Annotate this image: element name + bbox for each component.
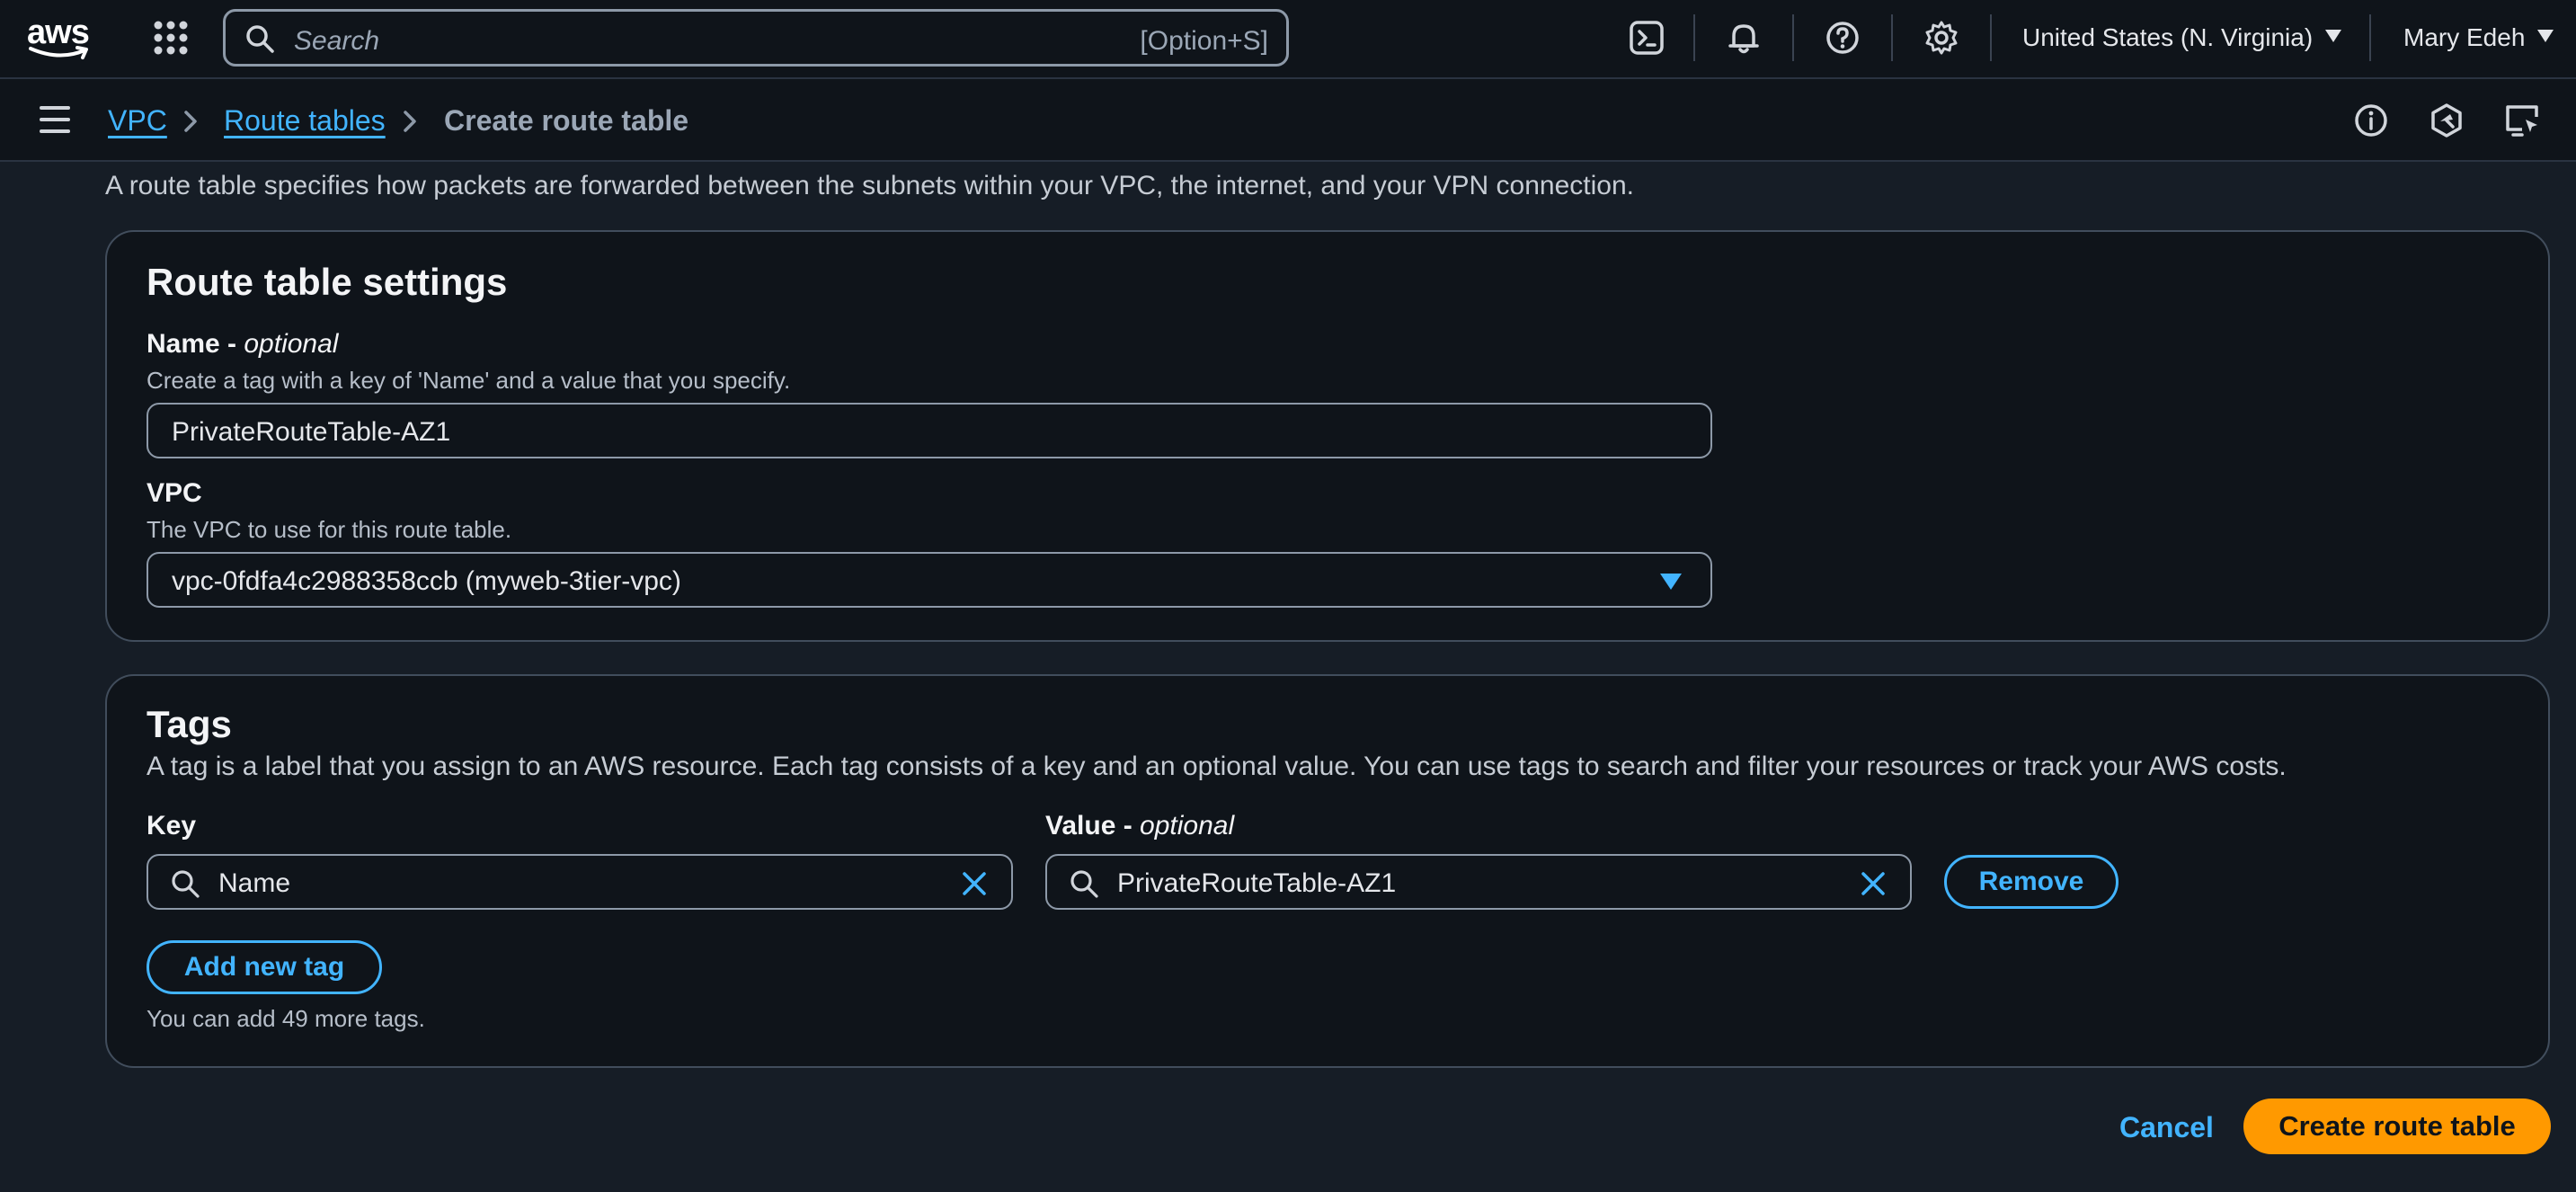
search-placeholder: Search <box>294 26 380 56</box>
search-icon <box>246 25 274 53</box>
create-route-table-button[interactable]: Create route table <box>2243 1099 2551 1154</box>
route-table-settings-panel: Route table settings Name - optional Cre… <box>105 230 2550 642</box>
name-label: Name - optional <box>147 329 339 359</box>
user-name: Mary Edeh <box>2403 23 2526 51</box>
search-input[interactable]: Search [Option+S] <box>223 9 1289 67</box>
caret-down-icon <box>2325 30 2342 42</box>
breadcrumb-bar: VPC Route tables Create route table <box>0 79 2576 162</box>
remove-tag-button[interactable]: Remove <box>1944 855 2119 909</box>
tags-panel: Tags A tag is a label that you assign to… <box>105 674 2550 1068</box>
feedback-hexagon-icon[interactable] <box>2429 102 2465 138</box>
clear-icon[interactable] <box>1858 868 1888 899</box>
tags-heading: Tags <box>147 703 232 745</box>
tag-value-input[interactable]: PrivateRouteTable-AZ1 <box>1045 854 1912 910</box>
notifications-bell-icon[interactable] <box>1726 20 1762 56</box>
tags-remaining-hint: You can add 49 more tags. <box>147 1005 425 1032</box>
account-menu[interactable]: Mary Edeh <box>2403 23 2554 52</box>
divider <box>1693 14 1695 61</box>
tag-value-value: PrivateRouteTable-AZ1 <box>1117 868 1397 898</box>
caret-down-icon <box>1660 574 1682 590</box>
divider <box>1990 14 1992 61</box>
region-selector[interactable]: United States (N. Virginia) <box>2022 23 2342 52</box>
chevron-right-icon <box>184 111 197 132</box>
name-input[interactable]: PrivateRouteTable-AZ1 <box>147 403 1712 458</box>
vpc-select-value: vpc-0fdfa4c2988358ccb (myweb-3tier-vpc) <box>172 566 681 596</box>
vpc-description: The VPC to use for this route table. <box>147 516 512 543</box>
breadcrumb-current: Create route table <box>444 104 689 137</box>
aws-logo[interactable]: aws <box>27 14 93 61</box>
search-icon <box>172 870 200 898</box>
value-label: Value - optional <box>1045 811 1235 841</box>
search-shortcut: [Option+S] <box>1140 26 1268 56</box>
divider <box>2369 14 2371 61</box>
chevron-right-icon <box>404 111 416 132</box>
breadcrumb-route-tables[interactable]: Route tables <box>224 102 386 138</box>
tag-key-value: Name <box>218 868 291 898</box>
cloudshell-icon[interactable] <box>1629 20 1665 56</box>
region-label: United States (N. Virginia) <box>2022 23 2314 51</box>
optional-label: optional <box>244 329 339 359</box>
breadcrumb-vpc[interactable]: VPC <box>108 102 167 138</box>
settings-heading: Route table settings <box>147 261 508 303</box>
cancel-button[interactable]: Cancel <box>2119 1111 2214 1144</box>
tag-key-input[interactable]: Name <box>147 854 1013 910</box>
apps-grid-icon[interactable] <box>153 20 189 56</box>
caret-down-icon <box>2537 30 2554 42</box>
menu-icon[interactable] <box>40 106 70 133</box>
tags-description: A tag is a label that you assign to an A… <box>147 752 2287 781</box>
search-icon <box>1070 870 1098 898</box>
optional-label: optional <box>1140 811 1235 841</box>
smile-icon <box>29 46 88 59</box>
vpc-select[interactable]: vpc-0fdfa4c2988358ccb (myweb-3tier-vpc) <box>147 552 1712 608</box>
info-icon[interactable] <box>2353 102 2389 138</box>
vpc-label: VPC <box>147 478 202 508</box>
name-description: Create a tag with a key of 'Name' and a … <box>147 367 791 394</box>
screen-cursor-icon[interactable] <box>2504 102 2540 138</box>
name-input-value: PrivateRouteTable-AZ1 <box>172 417 451 447</box>
key-label: Key <box>147 811 197 841</box>
clear-icon[interactable] <box>959 868 990 899</box>
settings-gear-icon[interactable] <box>1923 20 1959 56</box>
help-icon[interactable] <box>1825 20 1861 56</box>
page-description: A route table specifies how packets are … <box>105 171 1634 200</box>
top-navigation: aws Search [Option+S] United States (N. … <box>0 0 2576 79</box>
add-new-tag-button[interactable]: Add new tag <box>147 940 382 994</box>
divider <box>1891 14 1893 61</box>
divider <box>1792 14 1794 61</box>
